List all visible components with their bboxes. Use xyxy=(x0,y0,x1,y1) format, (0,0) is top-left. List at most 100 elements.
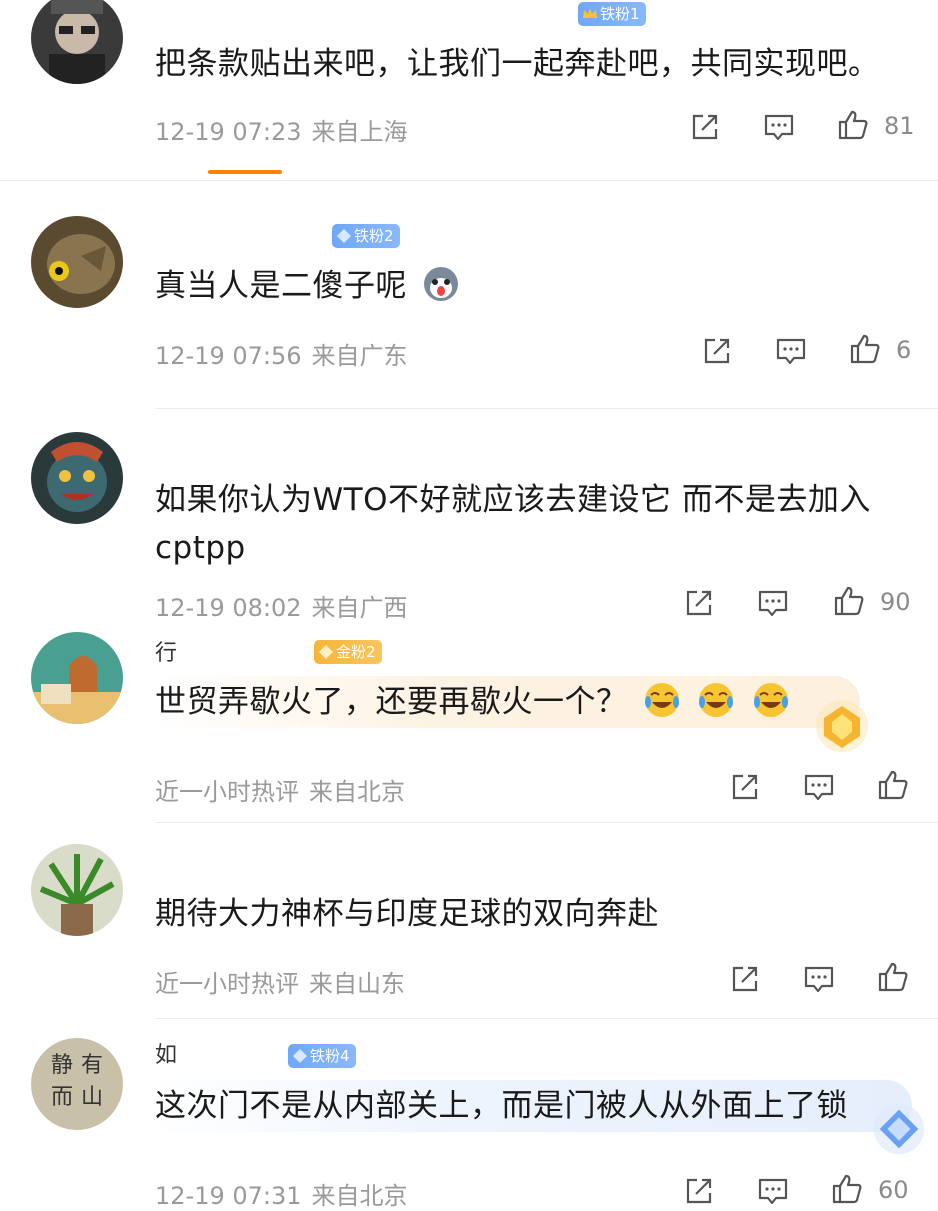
crown-icon xyxy=(583,8,597,18)
comment-button[interactable] xyxy=(774,334,808,368)
comment-location: 来自广东 xyxy=(311,342,408,370)
share-button[interactable] xyxy=(682,1174,716,1208)
hot-comment-gem-icon xyxy=(873,1103,925,1155)
thumbs-up-icon xyxy=(878,770,908,800)
comment-meta: 12-19 07:23 来自上海 xyxy=(155,112,408,147)
svg-text:静: 静 xyxy=(51,1053,73,1078)
comment-time: 近一小时热评 xyxy=(155,778,299,806)
like-button[interactable] xyxy=(832,584,866,618)
share-icon xyxy=(704,338,730,364)
username[interactable]: 如 xyxy=(155,1042,177,1070)
share-button[interactable] xyxy=(682,586,716,620)
like-button[interactable] xyxy=(830,1172,864,1206)
comment-location: 来自山东 xyxy=(309,970,405,998)
avatar[interactable] xyxy=(31,432,123,524)
comment-time: 12-19 07:31 xyxy=(155,1182,302,1210)
fan-badge-label: 铁粉4 xyxy=(310,1047,350,1065)
thumbs-up-icon xyxy=(834,586,864,616)
like-count: 81 xyxy=(884,112,915,140)
avatar[interactable] xyxy=(31,0,123,84)
fan-badge-label: 铁粉1 xyxy=(600,5,640,23)
comment-button[interactable] xyxy=(802,770,836,804)
like-button[interactable] xyxy=(848,332,882,366)
comment-button[interactable] xyxy=(756,586,790,620)
share-button[interactable] xyxy=(728,962,762,996)
avatar[interactable] xyxy=(31,844,123,936)
diamond-icon xyxy=(337,229,351,243)
svg-text:有: 有 xyxy=(81,1053,103,1078)
fan-badge[interactable]: 铁粉2 xyxy=(332,224,400,248)
avatar[interactable]: 静有而山 xyxy=(31,1038,123,1130)
fan-badge[interactable]: 金粉2 xyxy=(314,640,382,664)
comment-text: 把条款贴出来吧，让我们一起奔赴吧，共同实现吧。 xyxy=(155,46,880,82)
share-icon xyxy=(686,1178,712,1204)
comment-time: 近一小时热评 xyxy=(155,970,299,998)
share-button[interactable] xyxy=(688,110,722,144)
comment-button[interactable] xyxy=(802,962,836,996)
fan-badge[interactable]: 铁粉4 xyxy=(288,1044,356,1068)
thumbs-up-icon xyxy=(850,334,880,364)
like-button[interactable] xyxy=(876,768,910,802)
laugh-cry-emoji-icon xyxy=(699,683,734,717)
comment-meta: 12-19 08:02 来自广西 xyxy=(155,588,408,623)
comment-text: 如果你认为WTO不好就应该去建设它 而不是去加入cptpp xyxy=(155,482,871,566)
svg-text:山: 山 xyxy=(81,1085,103,1110)
comment-meta: 近一小时热评 来自北京 xyxy=(155,772,405,807)
share-icon xyxy=(732,966,758,992)
comment-text-body: 真当人是二傻子呢 xyxy=(155,268,407,304)
share-icon xyxy=(732,774,758,800)
share-icon xyxy=(686,590,712,616)
hot-comment-gem-icon xyxy=(816,700,868,752)
avatar[interactable] xyxy=(31,216,123,308)
username[interactable] xyxy=(155,444,162,472)
comment-location: 来自北京 xyxy=(309,778,405,806)
comment-button[interactable] xyxy=(756,1174,790,1208)
thumbs-up-icon xyxy=(878,962,908,992)
active-tab-indicator xyxy=(208,170,282,174)
laugh-cry-emoji-icon xyxy=(644,683,679,717)
share-button[interactable] xyxy=(700,334,734,368)
comment-text: 期待大力神杯与印度足球的双向奔赴 xyxy=(155,896,659,932)
comment-time: 12-19 07:23 xyxy=(155,118,302,146)
avatar[interactable] xyxy=(31,632,123,724)
divider xyxy=(155,822,938,823)
comment-meta: 12-19 07:31 来自北京 xyxy=(155,1176,408,1211)
comment-text: 真当人是二傻子呢 xyxy=(155,262,898,310)
like-button[interactable] xyxy=(836,108,870,142)
username[interactable] xyxy=(155,848,162,876)
fan-badge[interactable]: 铁粉1 xyxy=(578,2,646,26)
comment-icon xyxy=(776,338,806,365)
like-count: 6 xyxy=(896,336,912,364)
comment-text: 这次门不是从内部关上，而是门被人从外面上了锁 xyxy=(155,1088,848,1124)
thumbs-up-icon xyxy=(838,110,868,140)
comment-time: 12-19 07:56 xyxy=(155,342,302,370)
comment-location: 来自广西 xyxy=(311,594,408,622)
share-button[interactable] xyxy=(728,770,762,804)
comment-icon xyxy=(758,1178,788,1205)
comment-location: 来自上海 xyxy=(311,118,408,146)
divider xyxy=(155,1018,938,1019)
divider xyxy=(155,408,938,409)
username-cropped[interactable] xyxy=(155,0,163,16)
comment-time: 12-19 08:02 xyxy=(155,594,302,622)
comment-icon xyxy=(804,966,834,993)
like-button[interactable] xyxy=(876,960,910,994)
comment-text: 世贸弄歇火了，还要再歇火一个？ xyxy=(155,678,898,726)
like-count: 90 xyxy=(880,588,911,616)
comment-icon xyxy=(758,590,788,617)
comment-location: 来自北京 xyxy=(311,1182,408,1210)
comment-icon xyxy=(764,114,794,141)
fan-badge-label: 铁粉2 xyxy=(354,227,394,245)
comment-text-body: 世贸弄歇火了，还要再歇火一个？ xyxy=(155,684,628,720)
comment-meta: 12-19 07:56 来自广东 xyxy=(155,336,408,371)
username[interactable]: 行 xyxy=(155,640,177,668)
laugh-cry-emoji-icon xyxy=(753,683,788,717)
diamond-icon xyxy=(293,1049,307,1063)
comment-button[interactable] xyxy=(762,110,796,144)
username[interactable] xyxy=(155,224,162,252)
thumbs-up-icon xyxy=(832,1174,862,1204)
comment-meta: 近一小时热评 来自山东 xyxy=(155,964,405,999)
share-icon xyxy=(692,114,718,140)
comment-icon xyxy=(804,774,834,801)
husky-emoji-icon xyxy=(424,267,459,301)
